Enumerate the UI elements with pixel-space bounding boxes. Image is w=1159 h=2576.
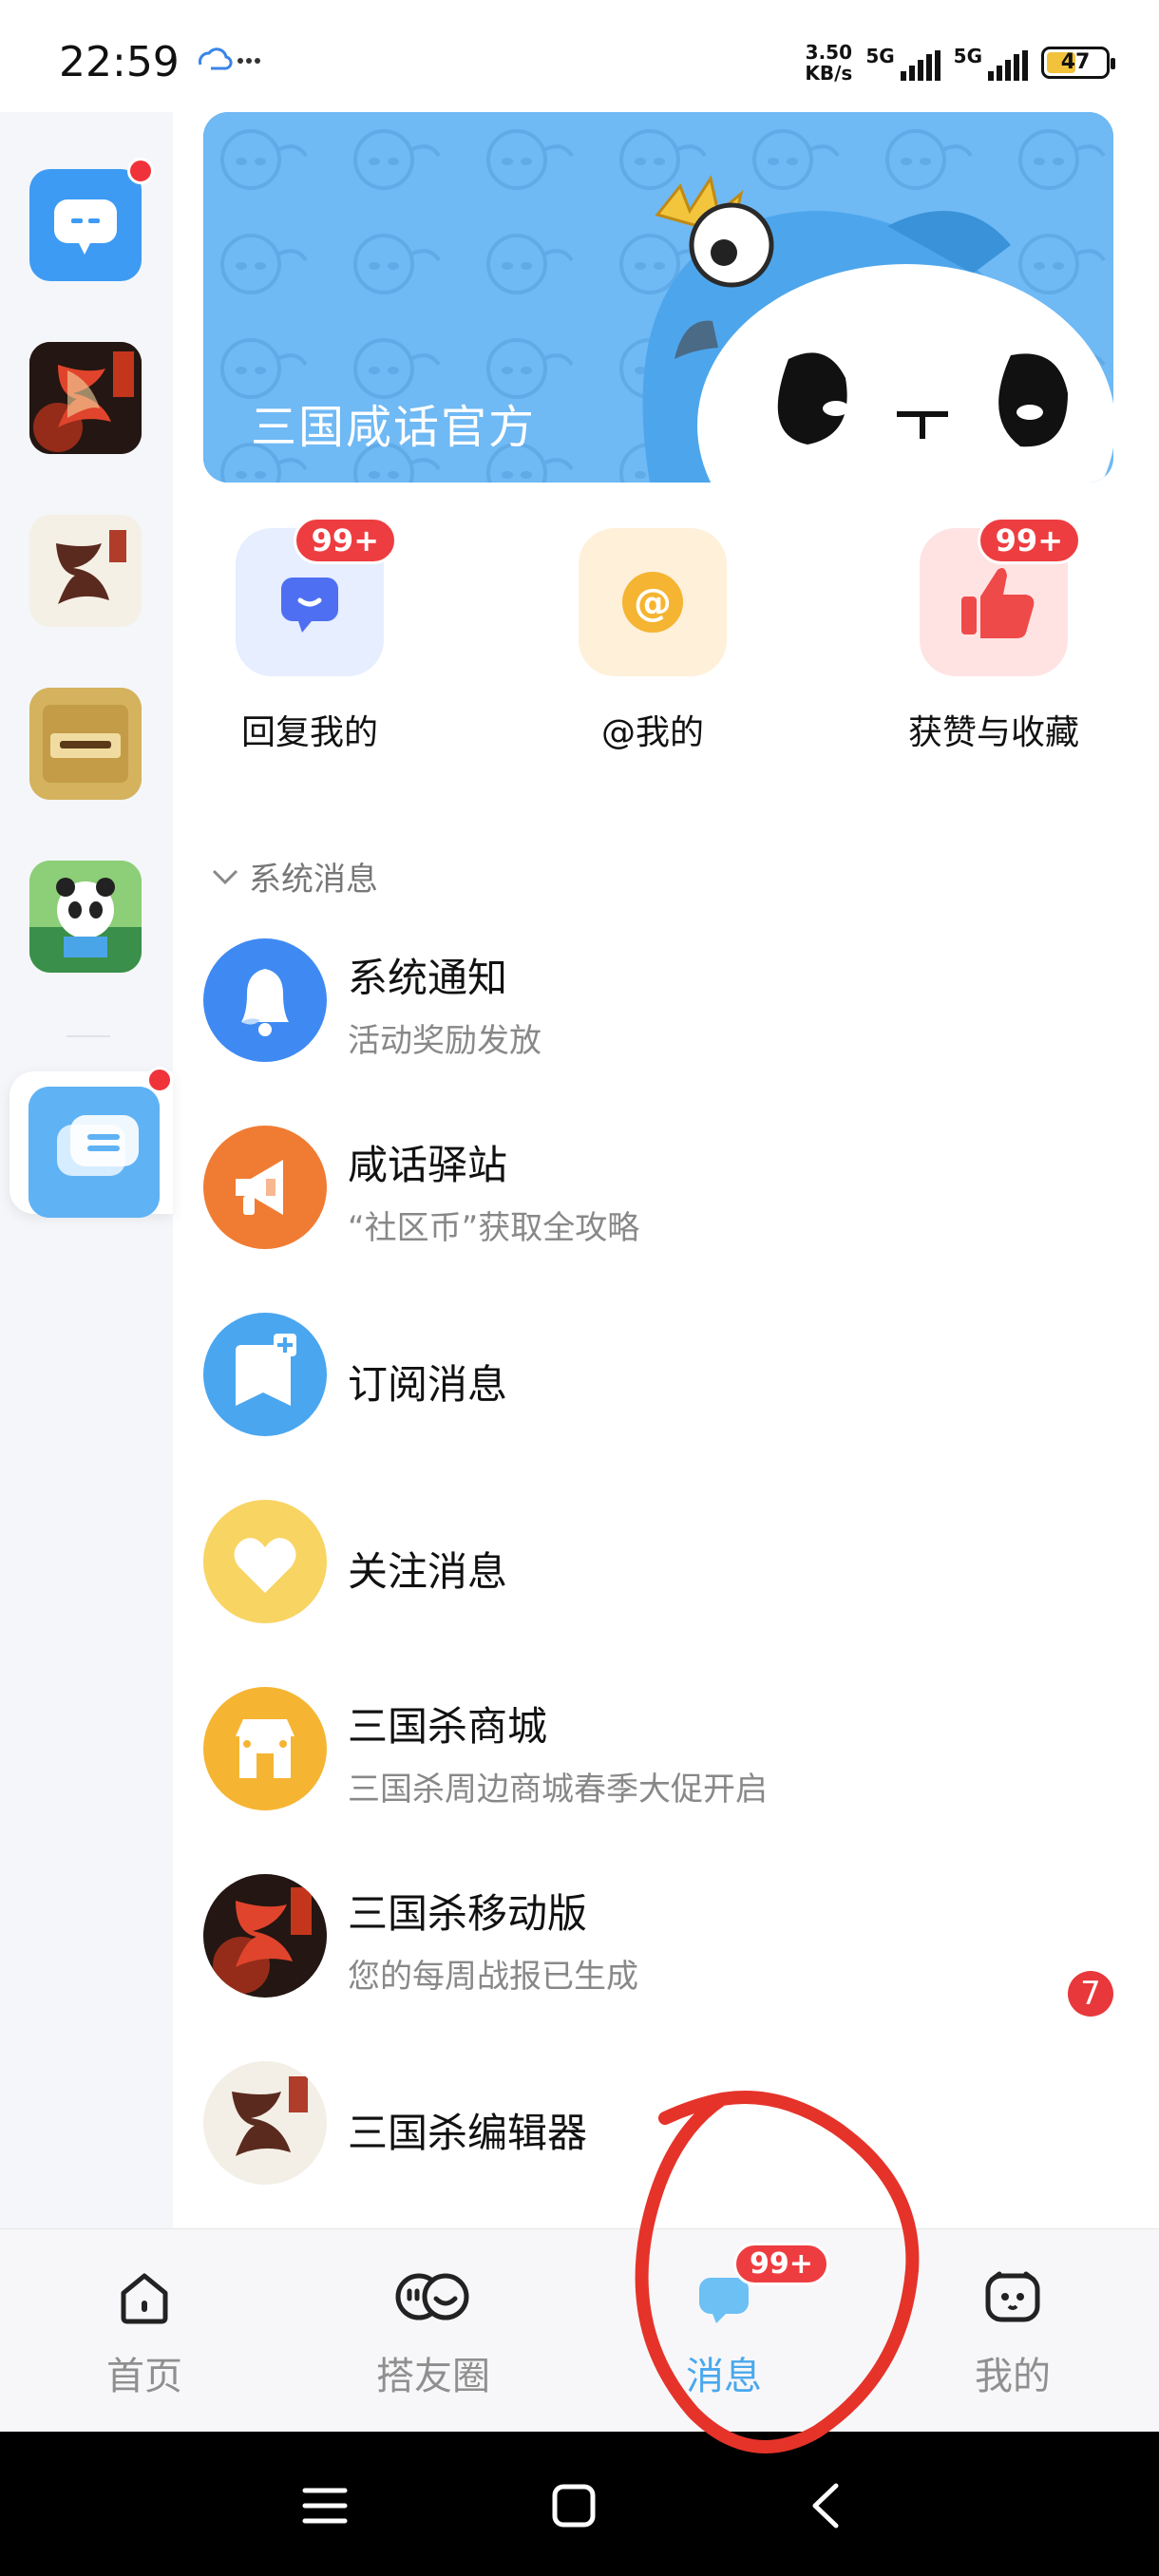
back-icon[interactable]	[798, 2477, 855, 2534]
nav-profile[interactable]: 我的	[918, 2263, 1108, 2400]
signal-bars-icon	[900, 50, 940, 81]
quick-action-likes[interactable]: 99+ 获赞与收藏	[908, 517, 1081, 754]
banner-title: 三国咸话官方	[251, 401, 537, 454]
message-title: 三国杀移动版	[348, 1890, 588, 1937]
quick-action-replies[interactable]: 99+ 回复我的	[234, 517, 397, 754]
more-dots-icon	[238, 58, 260, 64]
quick-action-mentions[interactable]: @ @我的	[577, 528, 729, 754]
nav-label: 我的	[975, 2355, 1051, 2398]
friends-icon	[338, 2263, 528, 2330]
notification-dot	[146, 1067, 173, 1093]
panda-icon	[29, 861, 142, 973]
sidebar-item-chat-app[interactable]	[29, 169, 142, 281]
bottom-navigation: 首页 搭友圈 99+ 消息 我的	[0, 2228, 1159, 2433]
sidebar-item-sanguosha-mobile[interactable]	[29, 342, 142, 454]
sidebar-item-sanguosha-editor[interactable]	[29, 515, 142, 627]
nav-label: 首页	[106, 2355, 182, 2398]
message-item-subscriptions[interactable]: 订阅消息	[203, 1313, 1113, 1474]
megaphone-icon	[203, 1126, 327, 1249]
nav-messages[interactable]: 99+ 消息	[629, 2243, 829, 2400]
quick-action-label: @我的	[600, 713, 704, 752]
battery-icon: 47	[1041, 47, 1115, 79]
status-left-icons	[195, 46, 261, 78]
menu-icon[interactable]	[296, 2477, 353, 2534]
system-messages-header[interactable]: 系统消息	[211, 853, 378, 900]
quick-action-label: 获赞与收藏	[907, 713, 1079, 752]
chat-bubble-icon	[54, 199, 117, 255]
message-title: 系统通知	[348, 955, 508, 1001]
at-icon: @	[579, 528, 727, 676]
sidebar-item-messages[interactable]	[28, 1087, 160, 1218]
profile-icon	[918, 2263, 1108, 2330]
chevron-down-icon	[212, 869, 238, 884]
official-banner[interactable]: 三国咸话官方	[203, 112, 1113, 483]
bell-icon	[203, 938, 327, 1062]
sanguosha-editor-logo-icon	[203, 2061, 327, 2185]
quick-action-label: 回复我的	[240, 713, 378, 752]
bookmark-plus-icon	[203, 1313, 327, 1436]
reply-badge: 99+	[293, 517, 397, 564]
system-navigation-bar	[0, 2432, 1159, 2576]
signal-1: 5G	[865, 45, 940, 81]
message-item-follows[interactable]: 关注消息	[203, 1500, 1113, 1661]
likes-badge: 99+	[977, 517, 1081, 564]
sanguosha-logo-icon	[29, 342, 142, 454]
sidebar-divider	[66, 1035, 110, 1037]
message-title: 咸话驿站	[348, 1142, 508, 1188]
card-icon	[29, 688, 142, 800]
unread-count-badge: 7	[1068, 1971, 1113, 2017]
svg-text:@: @	[634, 581, 672, 625]
message-subtitle: “社区币”获取全攻略	[348, 1209, 640, 1247]
message-item-xianhua-station[interactable]: 咸话驿站 “社区币”获取全攻略	[203, 1126, 1113, 1287]
store-icon	[203, 1687, 327, 1810]
notification-dot	[127, 158, 154, 184]
nav-friends[interactable]: 搭友圈	[338, 2263, 528, 2400]
network-speed: 3.50 KB/s	[805, 41, 853, 85]
message-bubbles-icon	[28, 1087, 160, 1218]
nav-home[interactable]: 首页	[49, 2263, 239, 2400]
nav-messages-badge: 99+	[733, 2243, 829, 2285]
message-title: 三国杀商城	[348, 1703, 548, 1750]
cloud-sync-icon	[199, 47, 233, 70]
sidebar-item-panda-game[interactable]	[29, 861, 142, 973]
status-right: 3.50 KB/s 5G 5G 47	[805, 41, 1115, 85]
signal-bars-icon	[988, 50, 1028, 81]
message-item-sanguosha-mobile[interactable]: 三国杀移动版 您的每周战报已生成 7	[203, 1874, 1113, 2036]
reply-icon: 99+	[236, 517, 397, 676]
thumbs-up-icon: 99+	[920, 517, 1081, 676]
sanguosha-editor-logo-icon	[29, 515, 142, 627]
status-time: 22:59	[59, 38, 180, 86]
heart-icon	[203, 1500, 327, 1623]
message-subtitle: 您的每周战报已生成	[348, 1958, 638, 1996]
message-title: 订阅消息	[348, 1361, 508, 1408]
home-icon	[49, 2263, 239, 2330]
message-item-sanguosha-editor[interactable]: 三国杀编辑器	[203, 2061, 1113, 2223]
message-item-store[interactable]: 三国杀商城 三国杀周边商城春季大促开启	[203, 1687, 1113, 1848]
signal-2: 5G	[954, 45, 1028, 81]
section-label: 系统消息	[249, 861, 378, 899]
status-bar: 22:59 3.50 KB/s 5G 5G 47	[0, 0, 1159, 112]
app-sidebar	[0, 112, 173, 2228]
nav-label: 消息	[686, 2355, 762, 2398]
message-icon: 99+	[629, 2243, 829, 2330]
home-square-icon[interactable]	[545, 2477, 602, 2534]
message-subtitle: 三国杀周边商城春季大促开启	[348, 1771, 768, 1809]
sidebar-item-collection-card[interactable]	[29, 688, 142, 800]
message-item-system-notice[interactable]: 系统通知 活动奖励发放	[203, 938, 1113, 1100]
message-title: 三国杀编辑器	[348, 2110, 588, 2156]
message-title: 关注消息	[348, 1548, 508, 1595]
nav-label: 搭友圈	[376, 2355, 490, 2398]
sanguosha-logo-icon	[203, 1874, 327, 1998]
message-subtitle: 活动奖励发放	[348, 1022, 542, 1060]
